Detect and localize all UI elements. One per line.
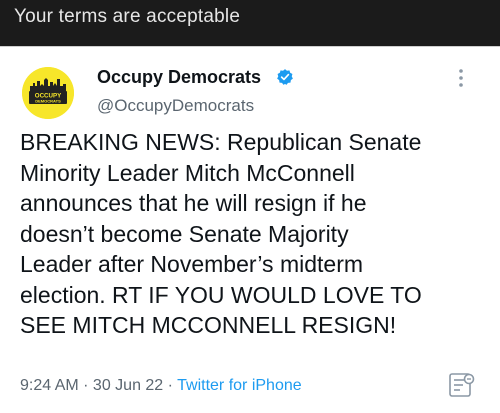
top-bar: Your terms are acceptable bbox=[0, 0, 500, 46]
meta-separator: · bbox=[163, 377, 178, 394]
tweet-text-line: BREAKING NEWS: Republican Senate bbox=[20, 129, 422, 155]
tweet-time[interactable]: 9:24 AM bbox=[20, 377, 79, 394]
display-name[interactable]: Occupy Democrats bbox=[97, 67, 261, 88]
page-title: Your terms are acceptable bbox=[14, 6, 241, 27]
tweet-card[interactable]: OCCUPY DEMOCRATS Occupy Democrats @Occup… bbox=[0, 46, 500, 413]
tweet-text-line: election. RT IF YOU WOULD LOVE TO bbox=[20, 281, 422, 308]
tweet-text-line: Leader after November’s midterm bbox=[20, 251, 364, 277]
tweet-date[interactable]: 30 Jun 22 bbox=[93, 377, 163, 394]
tweet-meta: 9:24 AM · 30 Jun 22 · Twitter for iPhone bbox=[20, 377, 302, 395]
meta-separator: · bbox=[78, 377, 93, 394]
svg-text:DEMOCRATS: DEMOCRATS bbox=[35, 99, 61, 104]
tweet-text: BREAKING NEWS: Republican Senate Minorit… bbox=[20, 127, 486, 341]
tweet-text-line: Minority Leader Mitch McConnell bbox=[20, 159, 355, 186]
tweet-text-line: doesn’t become Senate Majority bbox=[20, 220, 349, 247]
user-handle[interactable]: @OccupyDemocrats bbox=[97, 96, 254, 116]
occupy-democrats-logo-icon: OCCUPY DEMOCRATS bbox=[22, 67, 74, 119]
tweet-text-line: announces that he will resign if he bbox=[20, 190, 367, 216]
analytics-icon[interactable] bbox=[448, 371, 476, 399]
avatar[interactable]: OCCUPY DEMOCRATS bbox=[22, 67, 74, 119]
tweet-source-link[interactable]: Twitter for iPhone bbox=[177, 377, 302, 394]
more-options-icon[interactable] bbox=[456, 67, 466, 89]
verified-badge-icon bbox=[277, 69, 293, 85]
tweet-text-line: SEE MITCH MCCONNELL RESIGN! bbox=[20, 312, 397, 338]
